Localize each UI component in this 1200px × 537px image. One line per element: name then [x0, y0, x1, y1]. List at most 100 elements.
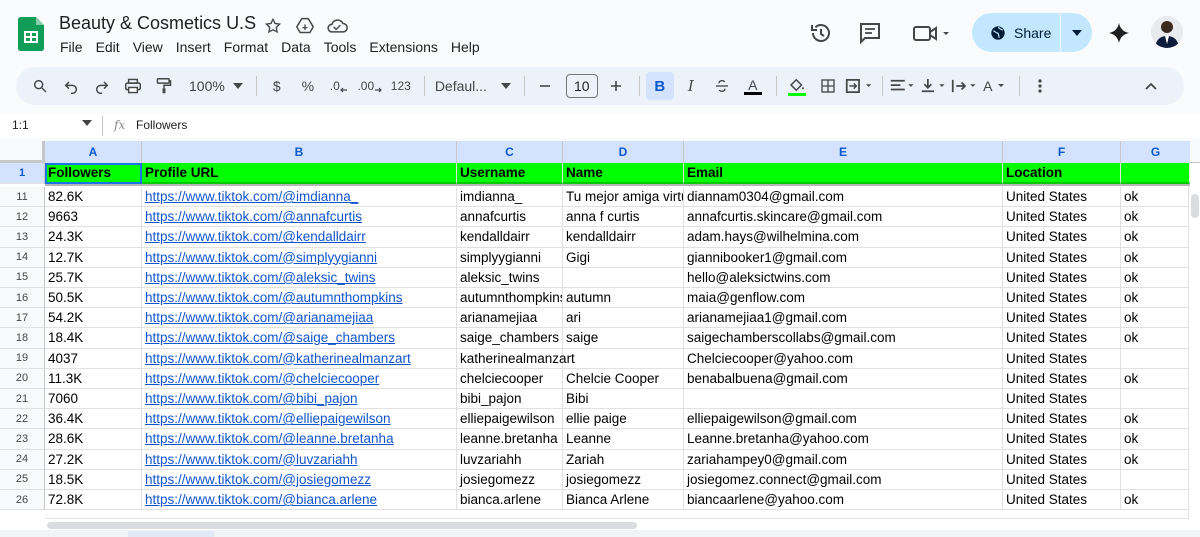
- text-color-button[interactable]: A: [739, 72, 767, 100]
- header-cell-email[interactable]: Email: [684, 163, 1003, 184]
- cell-profile-url[interactable]: https://www.tiktok.com/@kendalldairr: [142, 227, 457, 248]
- row-number[interactable]: 23: [0, 429, 45, 450]
- menu-file[interactable]: File: [56, 39, 87, 55]
- cell-location[interactable]: United States: [1003, 449, 1121, 470]
- cell-email[interactable]: maia@genflow.com: [684, 288, 1003, 309]
- cell-profile-url[interactable]: https://www.tiktok.com/@autumnthompkins: [142, 288, 457, 309]
- cell-status[interactable]: [1121, 469, 1190, 490]
- cell-followers[interactable]: 7060: [45, 389, 142, 410]
- meet-icon[interactable]: [909, 20, 953, 46]
- header-cell-location[interactable]: Location: [1003, 163, 1121, 184]
- header-cell-profile-url[interactable]: Profile URL: [142, 163, 457, 184]
- cell-profile-url[interactable]: https://www.tiktok.com/@leanne.bretanha: [142, 429, 457, 450]
- cell-name[interactable]: Zariah: [563, 449, 684, 470]
- cell-email[interactable]: hello@aleksictwins.com: [684, 267, 1003, 288]
- increase-font-size-icon[interactable]: [602, 72, 630, 100]
- cell-email[interactable]: Chelciecooper@yahoo.com: [684, 348, 1003, 369]
- star-icon[interactable]: [262, 15, 284, 37]
- column-header-c[interactable]: C: [457, 141, 563, 163]
- menu-format[interactable]: Format: [220, 39, 272, 55]
- account-avatar[interactable]: [1151, 16, 1183, 48]
- vertical-scrollbar[interactable]: [1188, 186, 1200, 519]
- text-rotation-button[interactable]: A: [982, 72, 1010, 100]
- cell-status[interactable]: ok: [1121, 308, 1190, 329]
- cell-followers[interactable]: 4037: [45, 348, 142, 369]
- column-header-d[interactable]: D: [563, 141, 684, 163]
- cell-email[interactable]: saigechamberscollabs@gmail.com: [684, 328, 1003, 349]
- row-number[interactable]: 15: [0, 267, 45, 288]
- cell-location[interactable]: United States: [1003, 187, 1121, 208]
- cell-location[interactable]: United States: [1003, 267, 1121, 288]
- horizontal-align-icon[interactable]: [889, 72, 917, 100]
- cell-name[interactable]: autumn: [563, 288, 684, 309]
- cell-username[interactable]: josiegomezz: [457, 469, 563, 490]
- cell-location[interactable]: United States: [1003, 389, 1121, 410]
- row-number[interactable]: 25: [0, 469, 45, 490]
- menu-view[interactable]: View: [129, 39, 167, 55]
- share-dropdown-icon[interactable]: [1061, 29, 1092, 36]
- cell-followers[interactable]: 28.6K: [45, 429, 142, 450]
- cell-name[interactable]: saige: [563, 328, 684, 349]
- cell-status[interactable]: ok: [1121, 409, 1190, 430]
- cell-status[interactable]: ok: [1121, 288, 1190, 309]
- cell-email[interactable]: Leanne.bretanha@yahoo.com: [684, 429, 1003, 450]
- paint-format-icon[interactable]: [150, 72, 178, 100]
- cell-username[interactable]: bianca.arlene: [457, 490, 563, 511]
- cell-location[interactable]: United States: [1003, 247, 1121, 268]
- column-header-a[interactable]: A: [45, 141, 142, 163]
- row-number[interactable]: 24: [0, 449, 45, 470]
- cell-name[interactable]: kendalldairr: [563, 227, 684, 248]
- cell-followers[interactable]: 54.2K: [45, 308, 142, 329]
- cell-location[interactable]: United States: [1003, 308, 1121, 329]
- cell-followers[interactable]: 24.3K: [45, 227, 142, 248]
- cell-status[interactable]: [1121, 389, 1190, 410]
- vertical-scroll-thumb[interactable]: [1191, 194, 1199, 218]
- cell-email[interactable]: annafcurtis.skincare@gmail.com: [684, 207, 1003, 228]
- cell-name[interactable]: Gigi: [563, 247, 684, 268]
- cell-name[interactable]: Leanne: [563, 429, 684, 450]
- row-number[interactable]: 11: [0, 187, 45, 208]
- font-family-select[interactable]: Defaul...: [431, 72, 515, 100]
- borders-icon[interactable]: [814, 72, 842, 100]
- cell-followers[interactable]: 12.7K: [45, 247, 142, 268]
- cell-email[interactable]: benabalbuena@gmail.com: [684, 368, 1003, 389]
- cell-profile-url[interactable]: https://www.tiktok.com/@elliepaigewilson: [142, 409, 457, 430]
- cell-status[interactable]: ok: [1121, 328, 1190, 349]
- search-menus-icon[interactable]: [26, 72, 54, 100]
- row-number[interactable]: 20: [0, 368, 45, 389]
- cell-username[interactable]: arianamejiaa: [457, 308, 563, 329]
- cell-followers[interactable]: 18.5K: [45, 469, 142, 490]
- cell-location[interactable]: United States: [1003, 469, 1121, 490]
- cell-location[interactable]: United States: [1003, 288, 1121, 309]
- cell-location[interactable]: United States: [1003, 207, 1121, 228]
- italic-button[interactable]: I: [677, 72, 705, 100]
- cloud-saved-icon[interactable]: [326, 15, 348, 37]
- cell-username[interactable]: leanne.bretanha: [457, 429, 563, 450]
- cell-email[interactable]: zariahampey0@gmail.com: [684, 449, 1003, 470]
- menu-extensions[interactable]: Extensions: [365, 39, 441, 55]
- strikethrough-icon[interactable]: [708, 72, 736, 100]
- cell-username[interactable]: annafcurtis: [457, 207, 563, 228]
- share-button[interactable]: Share: [972, 13, 1092, 52]
- more-options-icon[interactable]: [1026, 72, 1054, 100]
- horizontal-scroll-thumb[interactable]: [47, 522, 637, 529]
- cell-name[interactable]: ellie paige: [563, 409, 684, 430]
- cell-status[interactable]: ok: [1121, 227, 1190, 248]
- cell-followers[interactable]: 82.6K: [45, 187, 142, 208]
- cell-username[interactable]: luvzariahh: [457, 449, 563, 470]
- text-wrapping-icon[interactable]: [951, 72, 979, 100]
- font-size-input[interactable]: 10: [565, 74, 598, 98]
- row-number[interactable]: 14: [0, 247, 45, 268]
- cell-username[interactable]: bibi_pajon: [457, 389, 563, 410]
- cell-status[interactable]: ok: [1121, 490, 1190, 511]
- header-cell-name[interactable]: Name: [563, 163, 684, 184]
- cell-location[interactable]: United States: [1003, 368, 1121, 389]
- row-number[interactable]: 26: [0, 490, 45, 511]
- header-cell-followers[interactable]: Followers: [45, 163, 142, 184]
- cell-location[interactable]: United States: [1003, 227, 1121, 248]
- decrease-decimal-button[interactable]: .0: [325, 72, 353, 100]
- cell-name[interactable]: Bibi: [563, 389, 684, 410]
- cell-location[interactable]: United States: [1003, 348, 1121, 369]
- cell-profile-url[interactable]: https://www.tiktok.com/@chelciecooper: [142, 368, 457, 389]
- cell-name[interactable]: josiegomezz: [563, 469, 684, 490]
